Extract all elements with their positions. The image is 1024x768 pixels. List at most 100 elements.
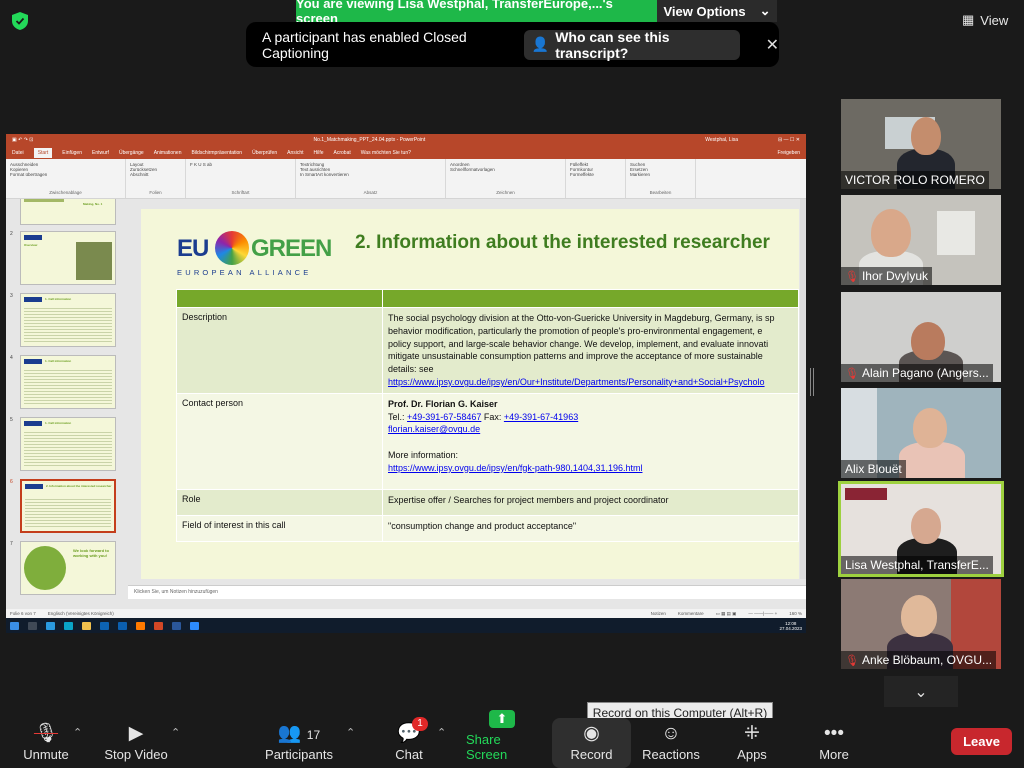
thumb-number: 6 (10, 479, 13, 485)
slide-thumb-3[interactable]: 1. Call information (20, 293, 116, 347)
share-screen-button[interactable]: ⬆ Share Screen (466, 710, 538, 768)
record-button[interactable]: ◉ Record (552, 718, 631, 768)
shared-screen[interactable]: ▣ ↶ ↷ ⊡ No.1_Matchmaking_PPT_24.04.pptx … (6, 134, 806, 633)
tab-ueberpruefen[interactable]: Überprüfen (252, 150, 277, 156)
view-button[interactable]: ▦ View (962, 10, 1018, 30)
panel-resize-handle[interactable] (810, 368, 814, 396)
video-options-chevron-icon[interactable]: ⌃ (171, 726, 180, 739)
powerpoint-icon[interactable] (154, 621, 163, 630)
email-link[interactable]: florian.kaiser@ovgu.de (388, 424, 480, 434)
edge-icon[interactable] (46, 621, 55, 630)
zoom-slider[interactable]: — ——|—— + (748, 611, 777, 616)
audio-options-chevron-icon[interactable]: ⌃ (73, 726, 82, 739)
zoom-level[interactable]: 160 % (789, 611, 802, 616)
apps-label: Apps (737, 747, 767, 762)
more-participants-chevron-icon[interactable]: ⌄ (884, 676, 958, 707)
close-icon[interactable]: ✕ (766, 35, 779, 55)
thumb-title: 2. Information about the interested rese… (46, 484, 112, 488)
apps-button[interactable]: ⁜ Apps (730, 718, 774, 768)
save-icon[interactable]: ▣ ↶ ↷ ⊡ (12, 137, 33, 143)
participant-tile[interactable]: Alix Blouët (841, 388, 1001, 478)
tab-bildschirmpraesentation[interactable]: Bildschirmpräsentation (192, 150, 243, 156)
fax-link[interactable]: +49-391-67-41963 (504, 412, 578, 422)
zoom-app-icon[interactable] (190, 621, 199, 630)
ribbon-quick-styles[interactable]: Schnellformatvorlagen (450, 167, 561, 172)
reactions-button[interactable]: ☺ Reactions (642, 718, 700, 768)
slide-thumb-4[interactable]: 1. Call information (20, 355, 116, 409)
view-label: View (980, 12, 1009, 28)
chat-options-chevron-icon[interactable]: ⌃ (437, 726, 446, 739)
tab-hilfe[interactable]: Hilfe (314, 150, 324, 156)
thumb-title: 1. Call information (45, 297, 72, 301)
ppt-user: Westphal, Lisa (705, 137, 738, 143)
slide-thumbnails[interactable]: Making, No. 1 2 Overview 3 1. Call infor… (6, 199, 128, 609)
mail-icon[interactable] (100, 621, 109, 630)
table-row: Role Expertise offer / Searches for proj… (176, 488, 799, 516)
ribbon-section[interactable]: Abschnitt (130, 172, 181, 177)
participant-tile-active-speaker[interactable]: Lisa Westphal, TransferE... (838, 481, 1004, 577)
ribbon-smartart[interactable]: In SmartArt konvertieren (300, 172, 441, 177)
participant-tile[interactable]: VICTOR ROLO ROMERO (841, 99, 1001, 189)
tab-uebergaenge[interactable]: Übergänge (119, 150, 144, 156)
tell-me-search[interactable]: Was möchten Sie tun? (361, 150, 411, 156)
firefox-icon[interactable] (136, 621, 145, 630)
tab-datei[interactable]: Datei (12, 150, 24, 156)
slide-thumb-6[interactable]: 2. Information about the interested rese… (20, 479, 116, 533)
teams-icon[interactable] (64, 621, 73, 630)
tab-einfuegen[interactable]: Einfügen (62, 150, 82, 156)
mic-muted-icon: 🎙 (33, 723, 59, 744)
notes-pane[interactable]: Klicken Sie, um Notizen hinzuzufügen (128, 585, 806, 599)
thumb-image (24, 199, 64, 202)
record-label: Record (570, 747, 613, 762)
outlook-icon[interactable] (118, 621, 127, 630)
description-label: Description (176, 307, 383, 394)
ribbon-group-label: Folien (149, 190, 162, 195)
tab-acrobat[interactable]: Acrobat (334, 150, 351, 156)
status-notes-button[interactable]: Notizen (651, 611, 666, 616)
status-comments-button[interactable]: Kommentare (678, 611, 704, 616)
more-button[interactable]: ••• More (812, 718, 856, 768)
chat-label: Chat (395, 747, 423, 762)
who-can-see-button[interactable]: 👤 Who can see this transcript? (523, 29, 740, 61)
share-ppt-button[interactable]: Freigeben (777, 150, 800, 156)
tab-animationen[interactable]: Animationen (154, 150, 182, 156)
thumb-title: We look forward to working with you! (73, 548, 109, 558)
unmute-button[interactable]: 🎙 Unmute (18, 718, 74, 768)
slide-thumb-1[interactable]: Making, No. 1 (20, 199, 116, 225)
participants-options-chevron-icon[interactable]: ⌃ (346, 726, 355, 739)
description-link[interactable]: https://www.ipsy.ovgu.de/ipsy/en/Our+Ins… (388, 377, 765, 387)
status-language[interactable]: Englisch (Vereinigtes Königreich) (48, 611, 114, 616)
tab-ansicht[interactable]: Ansicht (287, 150, 303, 156)
participants-label: Participants (265, 747, 333, 762)
search-icon[interactable] (28, 621, 37, 630)
participants-button[interactable]: 👥 17 Participants (264, 718, 334, 768)
view-options-button[interactable]: View Options ⌄ (657, 0, 777, 22)
ribbon-font-controls[interactable]: F K U S ab (190, 162, 291, 167)
slide-thumb-2[interactable]: Overview (20, 231, 116, 285)
participant-tile[interactable]: 🎙 Alain Pagano (Angers... (841, 292, 1001, 382)
tel-link[interactable]: +49-391-67-58467 (407, 412, 481, 422)
tab-start[interactable]: Start (33, 147, 53, 158)
current-slide[interactable]: EU GREEN EUROPEAN ALLIANCE 2. Informatio… (141, 209, 799, 579)
ribbon-select[interactable]: Markieren (630, 172, 691, 177)
explorer-icon[interactable] (82, 621, 91, 630)
more-info-label: More information: (388, 449, 459, 460)
tab-entwurf[interactable]: Entwurf (92, 150, 109, 156)
security-shield-icon[interactable] (12, 12, 28, 30)
window-controls-icon[interactable]: ⊟ — ☐ ✕ (778, 137, 800, 143)
more-info-link[interactable]: https://www.ipsy.ovgu.de/ipsy/en/fgk-pat… (388, 463, 642, 473)
ribbon-format-painter[interactable]: Format übertragen (10, 172, 121, 177)
slide-thumb-5[interactable]: 1. Call information (20, 417, 116, 471)
participant-tile[interactable]: 🎙 Anke Blöbaum, OVGU... (841, 579, 1001, 669)
taskbar-clock[interactable]: 12:08 27.04.2023 (779, 621, 802, 631)
participant-tile[interactable]: 🎙 Ihor Dvylyuk (841, 195, 1001, 285)
ribbon-shape-effects[interactable]: Formeffekte (570, 172, 621, 177)
windows-start-icon[interactable] (10, 621, 19, 630)
leave-button[interactable]: Leave (951, 728, 1012, 755)
slide-scrollbar[interactable] (800, 199, 806, 579)
role-value: Expertise offer / Searches for project m… (382, 488, 799, 516)
word-icon[interactable] (172, 621, 181, 630)
slide-thumb-7[interactable]: We look forward to working with you! (20, 541, 116, 595)
view-mode-icons[interactable]: ▭ ▦ ▤ ▣ (716, 611, 737, 617)
stop-video-button[interactable]: ▶ Stop Video (104, 718, 168, 768)
